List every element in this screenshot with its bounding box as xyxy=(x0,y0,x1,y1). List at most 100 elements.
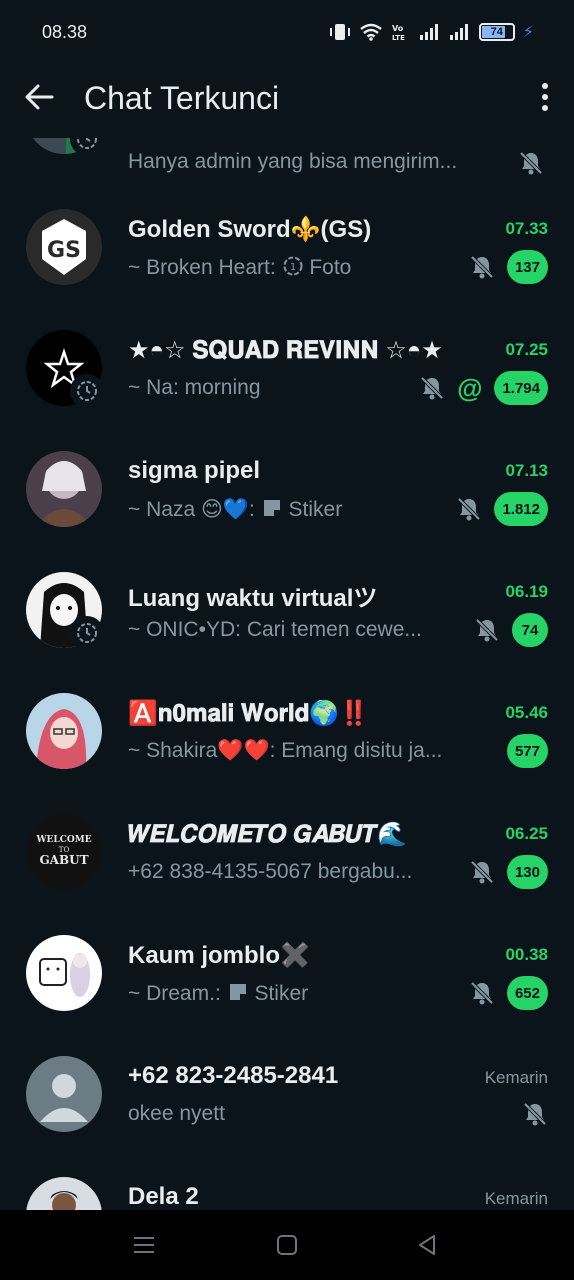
chat-meta: 652 xyxy=(469,975,548,1011)
chat-meta: 137 xyxy=(469,249,548,285)
wifi-icon xyxy=(359,23,382,41)
mention-icon: @ xyxy=(457,372,483,403)
muted-bell-icon xyxy=(475,618,499,642)
status-time: 08.38 xyxy=(42,22,88,42)
muted-bell-icon xyxy=(470,981,494,1005)
muted-bell-icon xyxy=(420,376,444,400)
chat-row[interactable]: Dela 2 Kemarin xyxy=(0,1167,574,1210)
battery-level: 74 xyxy=(490,26,503,38)
chat-meta: 1.812 xyxy=(456,491,548,527)
preview-sender: ~ Shakira❤️❤️: xyxy=(128,739,276,762)
unread-badge: 137 xyxy=(506,250,548,284)
unread-badge: 74 xyxy=(512,613,548,647)
chat-row[interactable]: +62 823-2485-2841 Kemarin okee nyett xyxy=(0,1046,574,1167)
chat-row[interactable]: GS Golden Sword⚜️(GS) 07.33 ~ Broken Hea… xyxy=(0,199,574,320)
chat-row[interactable]: ★◓☆ 𝐒𝐐𝐔𝐀𝐃 𝐑𝐄𝐕𝐈𝐍𝐍 ☆◓★ 07.25 ~ Na: morning… xyxy=(0,320,574,441)
chat-preview: ~ Na: morning xyxy=(128,376,261,400)
chat-time: Kemarin xyxy=(484,1189,548,1208)
chat-preview: Hanya admin yang bisa mengirim... xyxy=(128,150,458,173)
preview-text: okee nyett xyxy=(128,1102,225,1125)
sticker-icon xyxy=(229,984,246,1000)
unread-badge: 130 xyxy=(506,855,548,889)
chat-name: sigma pipel xyxy=(128,457,261,484)
chat-row[interactable]: sigma pipel 07.13 ~ Naza 😊💙: Stiker 1.81… xyxy=(0,441,574,562)
chat-row-partial[interactable]: Hanya admin yang bisa mengirim... xyxy=(0,138,574,199)
vibrate-icon xyxy=(329,24,350,40)
chat-name: Luang waktu virtualツ xyxy=(128,585,378,612)
preview-sender: ~ Dream.: xyxy=(128,982,221,1005)
preview-text: +62 838-4135-5067 bergabu... xyxy=(128,860,413,883)
chat-preview: +62 838-4135-5067 bergabu... xyxy=(128,860,412,884)
chat-name: Golden Sword⚜️(GS) xyxy=(128,216,372,243)
preview-text: morning xyxy=(184,376,261,399)
default-avatar-icon xyxy=(26,1056,102,1132)
chat-name: Dela 2 xyxy=(128,1183,199,1210)
chat-time: 06.19 xyxy=(505,582,548,601)
arrow-left-icon[interactable] xyxy=(22,80,56,114)
avatar: WELCOME TO GABUT xyxy=(26,814,102,890)
chat-time: 06.25 xyxy=(505,824,548,843)
chat-preview: ~ Shakira❤️❤️: Emang disitu ja... xyxy=(128,739,442,763)
chat-meta: 577 xyxy=(506,733,548,769)
disappearing-clock-icon xyxy=(70,138,104,156)
chat-name: 🅰️𝐧𝟎𝐦𝐚𝐥𝐢 𝐖𝐨𝐫𝐥𝐝🌍‼️ xyxy=(128,700,370,727)
chat-preview: okee nyett xyxy=(128,1102,225,1126)
chat-time: 00.38 xyxy=(505,945,548,964)
unread-badge: 1.812 xyxy=(494,492,548,526)
chat-row[interactable]: 🅰️𝐧𝟎𝐦𝐚𝐥𝐢 𝐖𝐨𝐫𝐥𝐝🌍‼️ 05.46 ~ Shakira❤️❤️: E… xyxy=(0,683,574,804)
chat-time: 07.13 xyxy=(505,461,548,480)
unread-badge: 1.794 xyxy=(494,371,548,405)
svg-text:GABUT: GABUT xyxy=(39,853,88,867)
status-icons: Vo LTE 74 ⚡ xyxy=(329,20,534,44)
chat-time: 07.33 xyxy=(505,219,548,238)
muted-bell-icon xyxy=(519,151,543,175)
chat-row[interactable]: WELCOME TO GABUT 𝑾𝑬𝑳𝑪𝑶𝑴𝑬𝑻𝑶 𝑮𝑨𝑩𝑼𝑻🌊 06.25 +6… xyxy=(0,804,574,925)
home-icon[interactable] xyxy=(274,1232,300,1258)
chat-time: 07.25 xyxy=(505,340,548,359)
preview-text: Emang disitu ja... xyxy=(281,739,443,762)
chat-meta: @ 1.794 xyxy=(419,370,548,406)
unread-badge: 652 xyxy=(506,976,548,1010)
muted-bell-icon xyxy=(470,255,494,279)
chat-preview: ~ Naza 😊💙: Stiker xyxy=(128,497,342,522)
preview-sender: ~ Broken Heart: xyxy=(128,256,276,279)
preview-sender: ~ ONIC•YD: xyxy=(128,618,241,641)
chat-preview: ~ Dream.: Stiker xyxy=(128,981,308,1006)
sticker-icon xyxy=(263,500,280,516)
disappearing-clock-icon xyxy=(70,374,104,408)
chat-row[interactable]: Luang waktu virtualツ 06.19 ~ ONIC•YD: Ca… xyxy=(0,562,574,683)
chat-name: 𝑾𝑬𝑳𝑪𝑶𝑴𝑬𝑻𝑶 𝑮𝑨𝑩𝑼𝑻🌊 xyxy=(128,821,407,848)
signal-icon xyxy=(419,24,438,40)
photo-icon: 1 xyxy=(283,256,302,276)
svg-text:Vo: Vo xyxy=(392,24,404,33)
preview-sender: ~ Naza 😊💙: xyxy=(128,498,255,521)
chat-preview: ~ ONIC•YD: Cari temen cewe... xyxy=(128,618,422,642)
chat-name: ★◓☆ 𝐒𝐐𝐔𝐀𝐃 𝐑𝐄𝐕𝐈𝐍𝐍 ☆◓★ xyxy=(128,337,443,364)
chat-name: +62 823-2485-2841 xyxy=(128,1062,339,1089)
avatar xyxy=(26,693,102,769)
chat-time: 05.46 xyxy=(505,703,548,722)
muted-bell-icon xyxy=(458,497,481,521)
chat-row[interactable]: Kaum jomblo✖️ 00.38 ~ Dream.: Stiker 652 xyxy=(0,925,574,1046)
disappearing-clock-icon xyxy=(70,616,104,650)
chat-list[interactable]: Hanya admin yang bisa mengirim... GS Gol… xyxy=(0,138,574,1210)
avatar xyxy=(26,1177,102,1210)
svg-text:LTE: LTE xyxy=(392,34,405,42)
preview-sender: ~ Na: xyxy=(128,376,179,399)
signal-icon xyxy=(449,24,468,40)
recent-apps-icon[interactable] xyxy=(131,1232,157,1258)
more-vertical-icon[interactable] xyxy=(538,82,552,112)
svg-text:GS: GS xyxy=(47,238,81,263)
app-header: Chat Terkunci xyxy=(0,64,574,138)
battery-icon: 74 xyxy=(478,23,515,41)
system-nav-bar xyxy=(0,1210,574,1280)
preview-text: Foto xyxy=(309,256,352,279)
preview-text: Cari temen cewe... xyxy=(246,618,422,641)
muted-bell-icon xyxy=(523,1102,547,1126)
avatar xyxy=(26,935,102,1011)
chat-meta: 130 xyxy=(469,854,548,890)
svg-text:1: 1 xyxy=(289,262,295,273)
back-triangle-icon[interactable] xyxy=(414,1232,440,1258)
chat-meta xyxy=(522,1096,548,1132)
volte-icon: VoLTE xyxy=(392,24,405,42)
